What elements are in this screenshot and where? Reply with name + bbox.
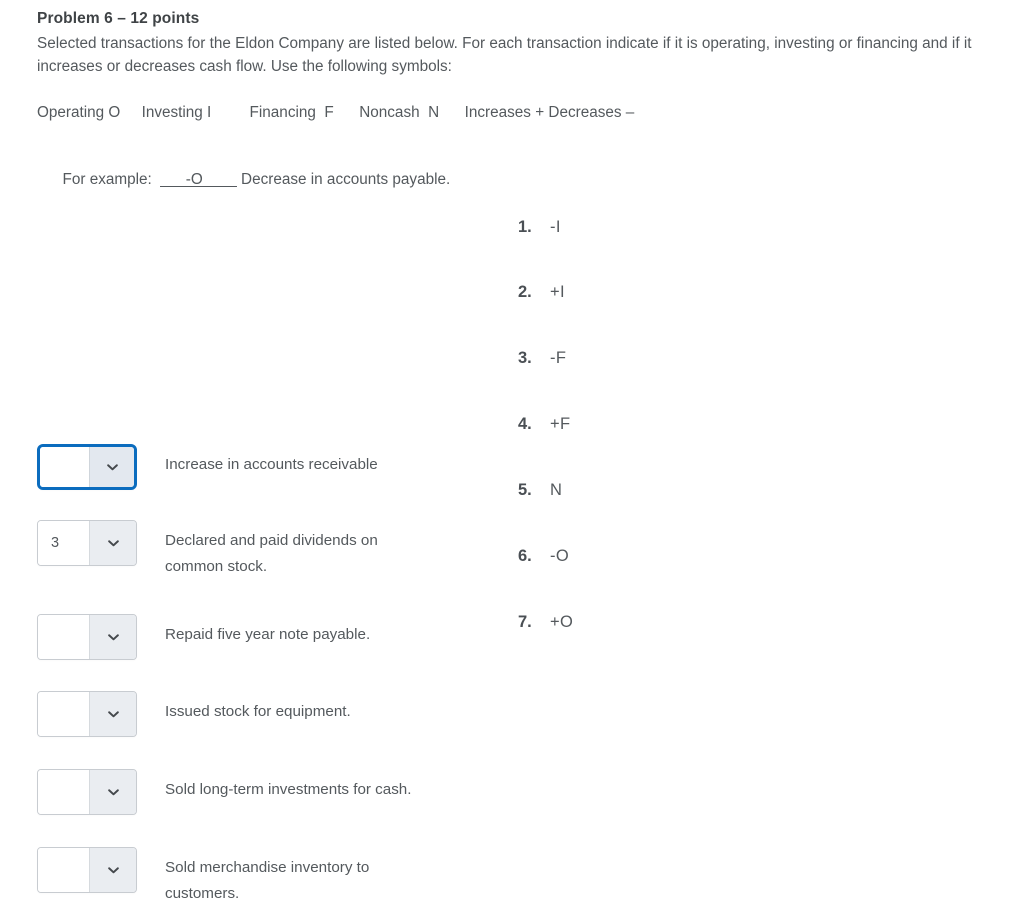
answer-key-code: N — [550, 481, 563, 499]
page-title: Problem 6 – 12 points — [37, 10, 200, 27]
transaction-select-1[interactable] — [37, 444, 137, 490]
transaction-label-3: Repaid five year note payable. — [165, 626, 371, 643]
answer-key-code: +F — [550, 415, 571, 433]
answer-key-item: 3. -F — [518, 349, 566, 368]
transaction-row: Increase in accounts receivable — [37, 444, 378, 490]
example-line: For example: ___-O____ Decrease in accou… — [37, 147, 984, 213]
answer-key-number: 1. — [518, 218, 532, 236]
example-answer-blank: ___-O____ — [160, 171, 237, 188]
transaction-select-4[interactable] — [37, 691, 137, 737]
chevron-down-icon[interactable] — [89, 615, 136, 659]
transaction-label-6: Sold merchandise inventory to customers. — [165, 859, 370, 902]
transaction-select-value-2: 3 — [38, 521, 89, 565]
transaction-label-1: Increase in accounts receivable — [165, 456, 378, 473]
transaction-label-2: Declared and paid dividends on common st… — [165, 532, 378, 575]
answer-key-code: -O — [550, 547, 570, 565]
answer-key-number: 2. — [518, 283, 532, 301]
chevron-down-icon[interactable] — [89, 770, 136, 814]
transaction-select-value-6 — [38, 848, 89, 892]
transaction-row: Issued stock for equipment. — [37, 691, 351, 737]
worksheet-page: Problem 6 – 12 points Selected transacti… — [0, 0, 1024, 902]
transaction-select-value-4 — [38, 692, 89, 736]
answer-key-number: 7. — [518, 613, 532, 631]
answer-key-number: 5. — [518, 481, 532, 499]
problem-instructions: Selected transactions for the Eldon Comp… — [37, 35, 972, 75]
transaction-select-5[interactable] — [37, 769, 137, 815]
example-prefix: For example: — [62, 171, 161, 188]
answer-key-code: +I — [550, 283, 566, 301]
chevron-down-icon[interactable] — [89, 848, 136, 892]
transaction-label-4: Issued stock for equipment. — [165, 703, 351, 720]
answer-key-code: +O — [550, 613, 574, 631]
answer-key-item: 7. +O — [518, 613, 573, 632]
transaction-select-3[interactable] — [37, 614, 137, 660]
answer-key-item: 2. +I — [518, 283, 565, 302]
transaction-select-value-3 — [38, 615, 89, 659]
transaction-row: Repaid five year note payable. — [37, 614, 370, 660]
answer-key-item: 5. N — [518, 481, 562, 500]
answer-key-code: -I — [550, 218, 561, 236]
answer-key-code: -F — [550, 349, 567, 367]
answer-key-number: 4. — [518, 415, 532, 433]
answer-key-item: 1. -I — [518, 218, 561, 237]
transaction-row: 3 Declared and paid dividends on common s… — [37, 520, 420, 580]
answer-key-number: 6. — [518, 547, 532, 565]
chevron-down-icon[interactable] — [89, 447, 134, 487]
transaction-select-value-5 — [38, 770, 89, 814]
transaction-select-2[interactable]: 3 — [37, 520, 137, 566]
problem-intro: Problem 6 – 12 points Selected transacti… — [0, 8, 1024, 213]
answer-key-item: 4. +F — [518, 415, 571, 434]
chevron-down-icon[interactable] — [89, 521, 136, 565]
example-suffix: Decrease in accounts payable. — [236, 171, 451, 188]
transaction-row: Sold long-term investments for cash. — [37, 769, 411, 815]
transaction-select-6[interactable] — [37, 847, 137, 893]
answer-key-number: 3. — [518, 349, 532, 367]
chevron-down-icon[interactable] — [89, 692, 136, 736]
transaction-select-value-1 — [40, 447, 89, 487]
symbols-legend: Operating O Investing I Financing F Nonc… — [37, 104, 635, 121]
transaction-row: Sold merchandise inventory to customers. — [37, 847, 420, 907]
transaction-label-5: Sold long-term investments for cash. — [165, 781, 412, 798]
answer-key-item: 6. -O — [518, 547, 569, 566]
